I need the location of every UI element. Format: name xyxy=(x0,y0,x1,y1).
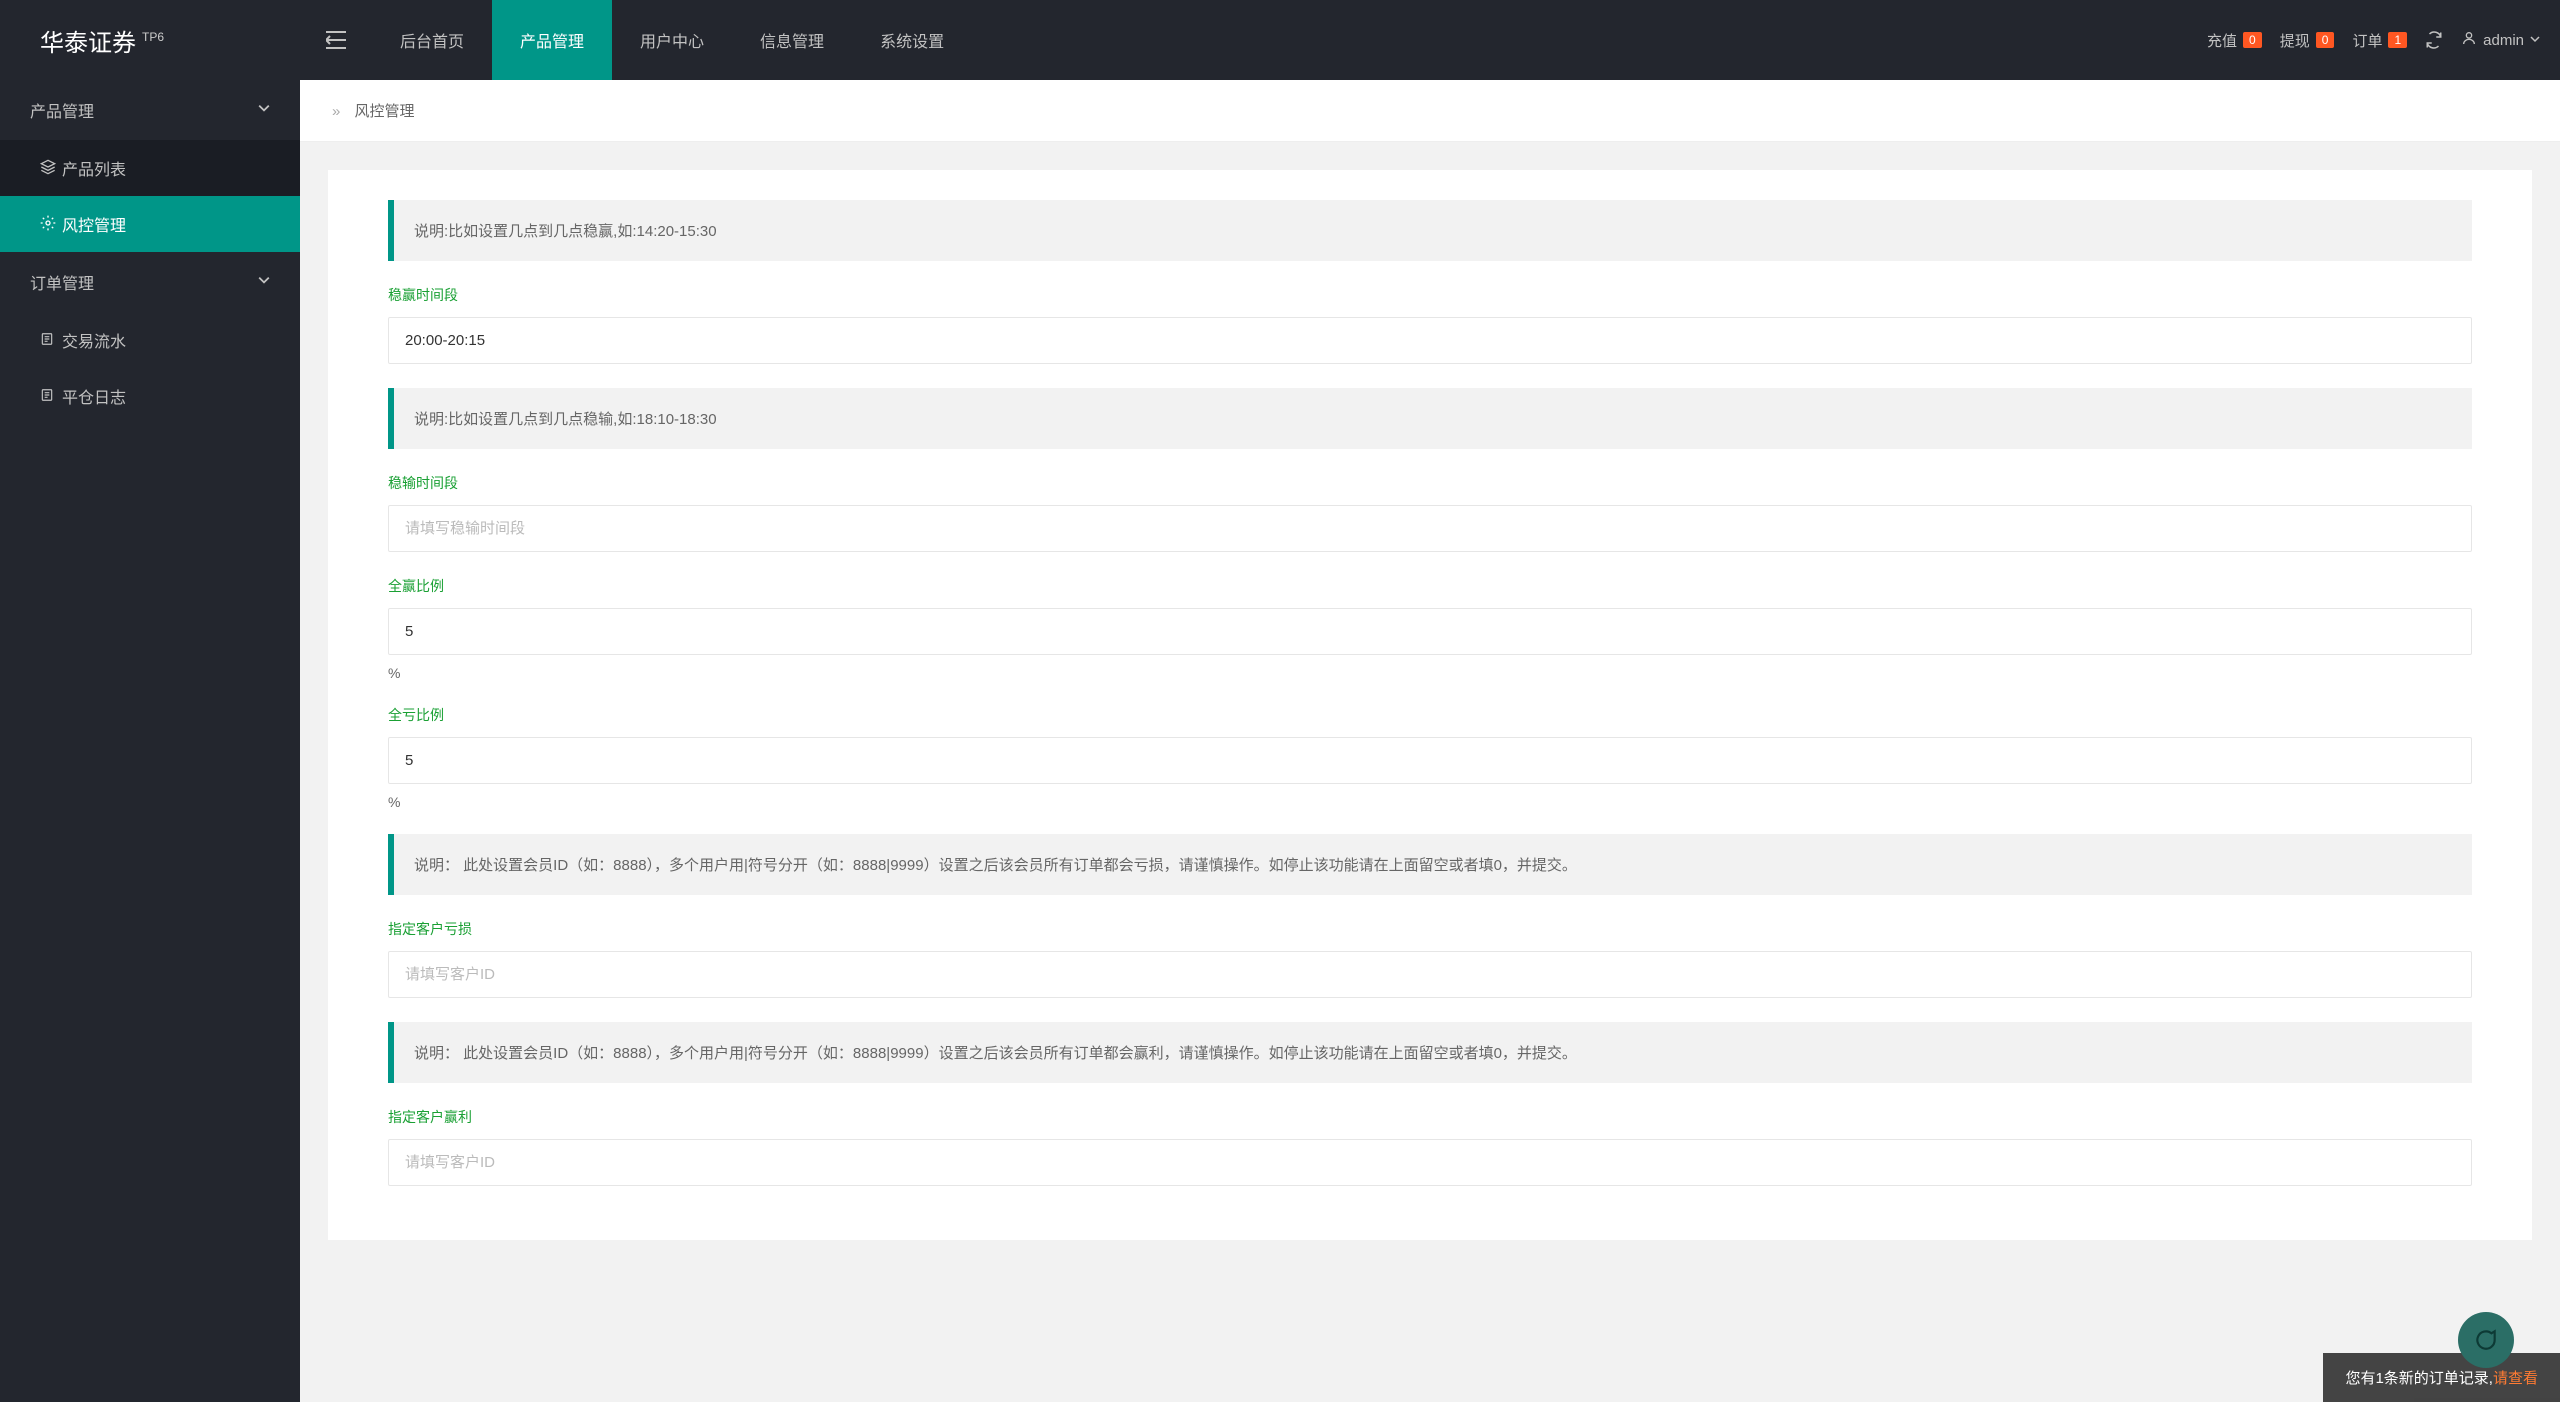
sidebar-item-risk[interactable]: 风控管理 xyxy=(0,196,300,252)
field-all-win: 全赢比例 % xyxy=(388,576,2472,681)
sidebar: 产品管理 产品列表 风控管理 订单管理 交易流水 平仓日志 xyxy=(0,80,300,1402)
document-icon xyxy=(40,332,62,349)
field-target-win: 指定客户赢利 xyxy=(388,1107,2472,1186)
label-lose-time: 稳输时间段 xyxy=(388,473,2472,493)
field-target-lose: 指定客户亏损 xyxy=(388,919,2472,998)
suffix-percent: % xyxy=(388,794,2472,810)
nav-user[interactable]: 用户中心 xyxy=(612,0,732,80)
nav-info[interactable]: 信息管理 xyxy=(732,0,852,80)
sidebar-collapse-icon[interactable] xyxy=(300,31,372,49)
user-menu[interactable]: admin xyxy=(2461,30,2540,51)
sidebar-group-order[interactable]: 订单管理 xyxy=(0,252,300,312)
order-link[interactable]: 订单 1 xyxy=(2352,30,2407,51)
label-win-time: 稳赢时间段 xyxy=(388,285,2472,305)
sidebar-item-label: 产品列表 xyxy=(62,156,126,180)
sidebar-group-order-label: 订单管理 xyxy=(30,270,94,294)
document-icon xyxy=(40,388,62,405)
field-lose-time: 稳输时间段 xyxy=(388,473,2472,552)
chevron-down-icon xyxy=(258,101,270,119)
header-right: 充值 0 提现 0 订单 1 admin xyxy=(2207,30,2560,51)
suffix-percent: % xyxy=(388,665,2472,681)
refresh-icon[interactable] xyxy=(2425,31,2443,49)
note-target-lose: 说明： 此处设置会员ID（如：8888），多个用户用|符号分开（如：8888|9… xyxy=(388,834,2472,895)
breadcrumb: » 风控管理 xyxy=(300,80,2560,142)
notification-text: 您有1条新的订单记录, xyxy=(2345,1367,2493,1388)
nav-product[interactable]: 产品管理 xyxy=(492,0,612,80)
speech-bubble-icon xyxy=(2473,1327,2499,1353)
form-panel: 说明:比如设置几点到几点稳赢,如:14:20-15:30 稳赢时间段 说明:比如… xyxy=(328,170,2532,1240)
app-version: TP6 xyxy=(142,30,164,44)
input-target-win[interactable] xyxy=(388,1139,2472,1186)
input-all-lose[interactable] xyxy=(388,737,2472,784)
gear-icon xyxy=(40,215,62,234)
sidebar-item-label: 风控管理 xyxy=(62,212,126,236)
input-target-lose[interactable] xyxy=(388,951,2472,998)
sidebar-item-label: 平仓日志 xyxy=(62,384,126,408)
order-badge: 1 xyxy=(2388,32,2407,48)
breadcrumb-sep-icon: » xyxy=(332,103,340,120)
sidebar-item-product-list[interactable]: 产品列表 xyxy=(0,140,300,196)
input-win-time[interactable] xyxy=(388,317,2472,364)
user-icon xyxy=(2461,30,2477,51)
note-target-win: 说明： 此处设置会员ID（如：8888），多个用户用|符号分开（如：8888|9… xyxy=(388,1022,2472,1083)
order-label: 订单 xyxy=(2352,30,2382,51)
note-lose-time: 说明:比如设置几点到几点稳输,如:18:10-18:30 xyxy=(388,388,2472,449)
sidebar-group-product[interactable]: 产品管理 xyxy=(0,80,300,140)
sidebar-item-label: 交易流水 xyxy=(62,328,126,352)
recharge-badge: 0 xyxy=(2243,32,2262,48)
input-lose-time[interactable] xyxy=(388,505,2472,552)
label-all-win: 全赢比例 xyxy=(388,576,2472,596)
app-name: 华泰证券 xyxy=(40,23,136,58)
withdraw-label: 提现 xyxy=(2280,30,2310,51)
chevron-down-icon xyxy=(2530,33,2540,47)
nav-dashboard[interactable]: 后台首页 xyxy=(372,0,492,80)
label-target-lose: 指定客户亏损 xyxy=(388,919,2472,939)
label-target-win: 指定客户赢利 xyxy=(388,1107,2472,1127)
field-all-lose: 全亏比例 % xyxy=(388,705,2472,810)
sidebar-item-close-log[interactable]: 平仓日志 xyxy=(0,368,300,424)
username: admin xyxy=(2483,32,2524,49)
notification-toast: 您有1条新的订单记录, 请查看 xyxy=(2323,1353,2560,1402)
chevron-down-icon xyxy=(258,273,270,291)
input-all-win[interactable] xyxy=(388,608,2472,655)
withdraw-link[interactable]: 提现 0 xyxy=(2280,30,2335,51)
layers-icon xyxy=(40,159,62,178)
sidebar-item-tx-flow[interactable]: 交易流水 xyxy=(0,312,300,368)
sidebar-group-product-label: 产品管理 xyxy=(30,98,94,122)
label-all-lose: 全亏比例 xyxy=(388,705,2472,725)
nav-system[interactable]: 系统设置 xyxy=(852,0,972,80)
main-content: » 风控管理 说明:比如设置几点到几点稳赢,如:14:20-15:30 稳赢时间… xyxy=(300,80,2560,1402)
breadcrumb-page: 风控管理 xyxy=(355,103,415,120)
note-win-time: 说明:比如设置几点到几点稳赢,如:14:20-15:30 xyxy=(388,200,2472,261)
withdraw-badge: 0 xyxy=(2316,32,2335,48)
recharge-label: 充值 xyxy=(2207,30,2237,51)
notification-link[interactable]: 请查看 xyxy=(2493,1367,2538,1388)
logo: 华泰证券 TP6 xyxy=(0,23,300,58)
top-header: 华泰证券 TP6 后台首页 产品管理 用户中心 信息管理 系统设置 充值 0 提… xyxy=(0,0,2560,80)
field-win-time: 稳赢时间段 xyxy=(388,285,2472,364)
recharge-link[interactable]: 充值 0 xyxy=(2207,30,2262,51)
top-nav: 后台首页 产品管理 用户中心 信息管理 系统设置 xyxy=(372,0,972,80)
chat-fab[interactable] xyxy=(2458,1312,2514,1368)
